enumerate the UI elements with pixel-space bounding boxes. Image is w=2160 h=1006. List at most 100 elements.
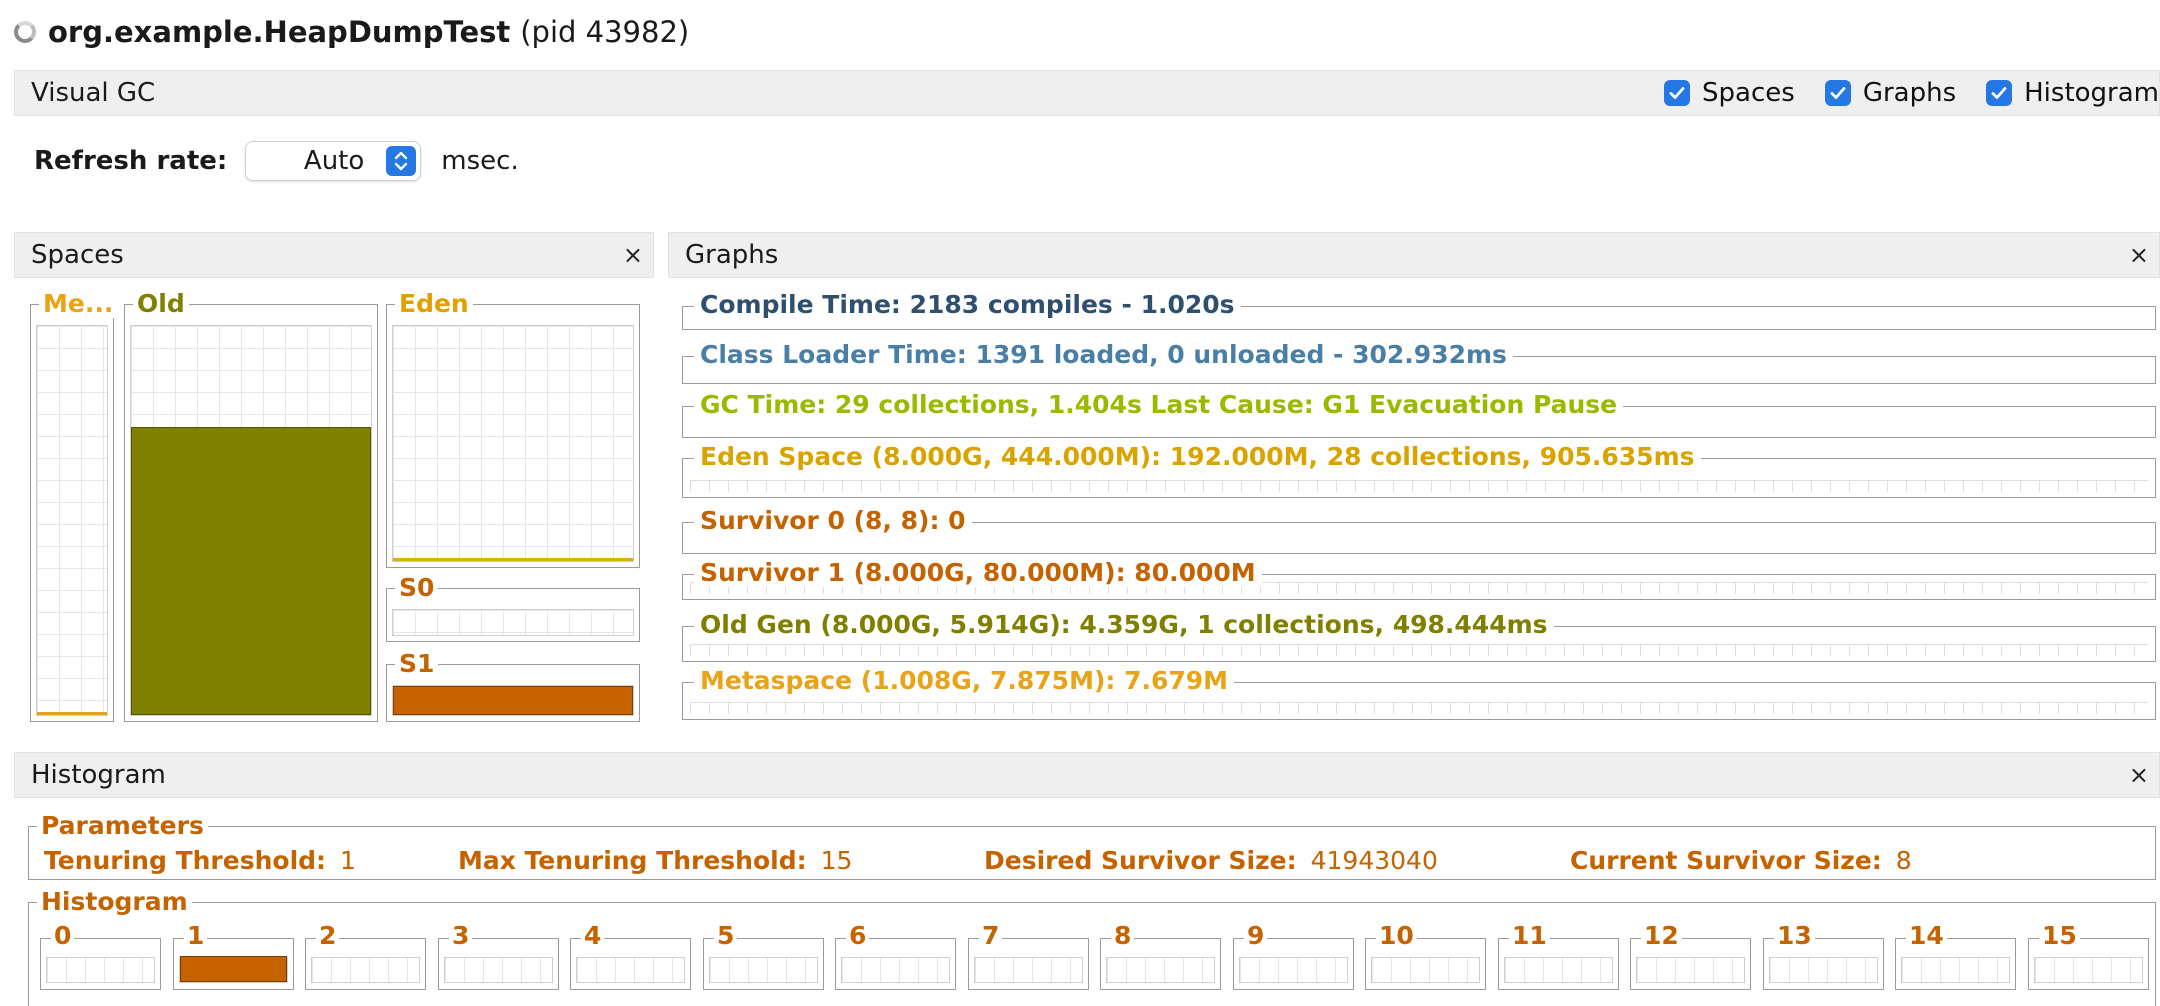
space-s0: S0 bbox=[386, 573, 640, 642]
space-metaspace-grid bbox=[36, 325, 108, 716]
graph-label: Compile Time: 2183 compiles - 1.020s bbox=[694, 290, 1241, 319]
histogram-cell: 13 bbox=[1763, 923, 1884, 990]
histogram-cell: 5 bbox=[703, 923, 824, 990]
refresh-rate-unit: msec. bbox=[441, 146, 519, 176]
histogram-cell-label: 15 bbox=[2039, 923, 2080, 949]
refresh-rate-value: Auto bbox=[303, 146, 365, 176]
parameters-title: Parameters bbox=[37, 811, 208, 840]
graph-row: Survivor 0 (8, 8): 0 bbox=[682, 506, 2156, 554]
param-value: 41943040 bbox=[1310, 846, 1438, 875]
histogram-cell-label: 13 bbox=[1774, 923, 1815, 949]
histogram-header: Histogram × bbox=[14, 752, 2160, 798]
param-label: Max Tenuring Threshold: bbox=[458, 846, 807, 875]
histogram-cell: 11 bbox=[1498, 923, 1619, 990]
space-eden-grid bbox=[392, 325, 634, 562]
histogram-cell: 10 bbox=[1365, 923, 1486, 990]
space-eden: Eden bbox=[386, 289, 640, 568]
space-s0-label: S0 bbox=[395, 573, 439, 602]
graphs-checkbox[interactable]: Graphs bbox=[1824, 78, 1957, 108]
histogram-cell-grid bbox=[1901, 957, 2010, 983]
histogram-checkbox[interactable]: Histogram bbox=[1986, 78, 2159, 108]
loading-spinner-icon bbox=[14, 21, 36, 43]
refresh-rate-select[interactable]: Auto bbox=[245, 141, 422, 181]
histogram-cell: 9 bbox=[1233, 923, 1354, 990]
histogram-cell-grid bbox=[1239, 957, 1348, 983]
app-pid: (pid 43982) bbox=[520, 15, 690, 49]
histogram-cell-label: 10 bbox=[1376, 923, 1417, 949]
graph-row: Class Loader Time: 1391 loaded, 0 unload… bbox=[682, 340, 2156, 384]
histogram-cell-label: 2 bbox=[316, 923, 340, 949]
histogram-cell-grid bbox=[841, 957, 950, 983]
param-value: 8 bbox=[1895, 846, 1912, 875]
histogram-cell-label: 3 bbox=[449, 923, 473, 949]
param-label: Desired Survivor Size: bbox=[984, 846, 1297, 875]
histogram-cell-label: 12 bbox=[1641, 923, 1682, 949]
param-value: 1 bbox=[340, 846, 356, 875]
spaces-checkbox[interactable]: Spaces bbox=[1664, 78, 1795, 108]
graph-row: Eden Space (8.000G, 444.000M): 192.000M,… bbox=[682, 442, 2156, 498]
checkmark-icon bbox=[1986, 80, 2013, 106]
histogram-group-title: Histogram bbox=[37, 887, 192, 916]
histogram-cell-grid bbox=[1504, 957, 1613, 983]
graphs-checkbox-label: Graphs bbox=[1862, 78, 1957, 108]
histogram-cell-grid bbox=[1769, 957, 1878, 983]
close-spaces-icon[interactable]: × bbox=[623, 241, 643, 269]
graph-row: Survivor 1 (8.000G, 80.000M): 80.000M bbox=[682, 558, 2156, 600]
graph-strip bbox=[690, 702, 2148, 714]
param-value: 15 bbox=[820, 846, 853, 875]
graph-label: Old Gen (8.000G, 5.914G): 4.359G, 1 coll… bbox=[694, 610, 1554, 639]
updown-chevron-icon bbox=[386, 146, 417, 176]
checkmark-icon bbox=[1664, 80, 1691, 106]
param-tenuring-threshold: Tenuring Threshold: 1 bbox=[44, 846, 356, 875]
graphs-header: Graphs × bbox=[668, 232, 2160, 278]
histogram-cell-grid bbox=[444, 957, 553, 983]
histogram-cell-label: 1 bbox=[184, 923, 208, 949]
histogram-cell-grid bbox=[1106, 957, 1215, 983]
histogram-cell-label: 0 bbox=[51, 923, 75, 949]
graph-strip bbox=[690, 644, 2148, 656]
close-histogram-icon[interactable]: × bbox=[2129, 761, 2149, 789]
histogram-cell: 8 bbox=[1100, 923, 1221, 990]
graph-label: Survivor 1 (8.000G, 80.000M): 80.000M bbox=[694, 558, 1262, 587]
space-eden-fill bbox=[393, 558, 633, 561]
histogram-cell-grid bbox=[1636, 957, 1745, 983]
space-s1-grid bbox=[392, 685, 634, 716]
histogram-cell: 14 bbox=[1895, 923, 2016, 990]
histogram-cell-grid bbox=[46, 957, 155, 983]
graph-row: Metaspace (1.008G, 7.875M): 7.679M bbox=[682, 666, 2156, 720]
visual-gc-header: Visual GC Spaces Graphs Histogram bbox=[14, 70, 2160, 116]
space-old-label: Old bbox=[133, 289, 189, 318]
space-s1-fill bbox=[393, 686, 633, 715]
histogram-cell-grid bbox=[311, 957, 420, 983]
checkmark-icon bbox=[1824, 80, 1851, 106]
histogram-cell-label: 14 bbox=[1906, 923, 1947, 949]
histogram-cell-label: 4 bbox=[581, 923, 605, 949]
histogram-cell-fill bbox=[180, 956, 287, 982]
space-s0-grid bbox=[392, 609, 634, 636]
close-graphs-icon[interactable]: × bbox=[2129, 241, 2149, 269]
histogram-cell-label: 7 bbox=[979, 923, 1003, 949]
param-desired-survivor-size: Desired Survivor Size: 41943040 bbox=[984, 846, 1438, 875]
histogram-cell-label: 6 bbox=[846, 923, 870, 949]
refresh-rate-label: Refresh rate: bbox=[34, 146, 228, 176]
histogram-cell: 4 bbox=[570, 923, 691, 990]
graph-label: GC Time: 29 collections, 1.404s Last Cau… bbox=[694, 390, 1624, 419]
histogram-cell-label: 11 bbox=[1509, 923, 1550, 949]
histogram-title: Histogram bbox=[31, 760, 166, 790]
histogram-cell-grid bbox=[1371, 957, 1480, 983]
graph-label: Survivor 0 (8, 8): 0 bbox=[694, 506, 972, 535]
histogram-cell: 15 bbox=[2028, 923, 2149, 990]
graphs-title: Graphs bbox=[685, 240, 779, 270]
refresh-rate-row: Refresh rate: Auto msec. bbox=[34, 138, 519, 184]
param-label: Tenuring Threshold: bbox=[44, 846, 327, 875]
space-metaspace: Me... bbox=[30, 289, 118, 722]
space-s1: S1 bbox=[386, 649, 640, 722]
param-label: Current Survivor Size: bbox=[1570, 846, 1882, 875]
histogram-cell: 1 bbox=[173, 923, 294, 990]
space-old: Old bbox=[124, 289, 378, 722]
histogram-cell-grid bbox=[2034, 957, 2143, 983]
histogram-cell-grid bbox=[709, 957, 818, 983]
space-metaspace-label: Me... bbox=[39, 289, 118, 318]
graph-label: Metaspace (1.008G, 7.875M): 7.679M bbox=[694, 666, 1235, 695]
spaces-title: Spaces bbox=[31, 240, 124, 270]
